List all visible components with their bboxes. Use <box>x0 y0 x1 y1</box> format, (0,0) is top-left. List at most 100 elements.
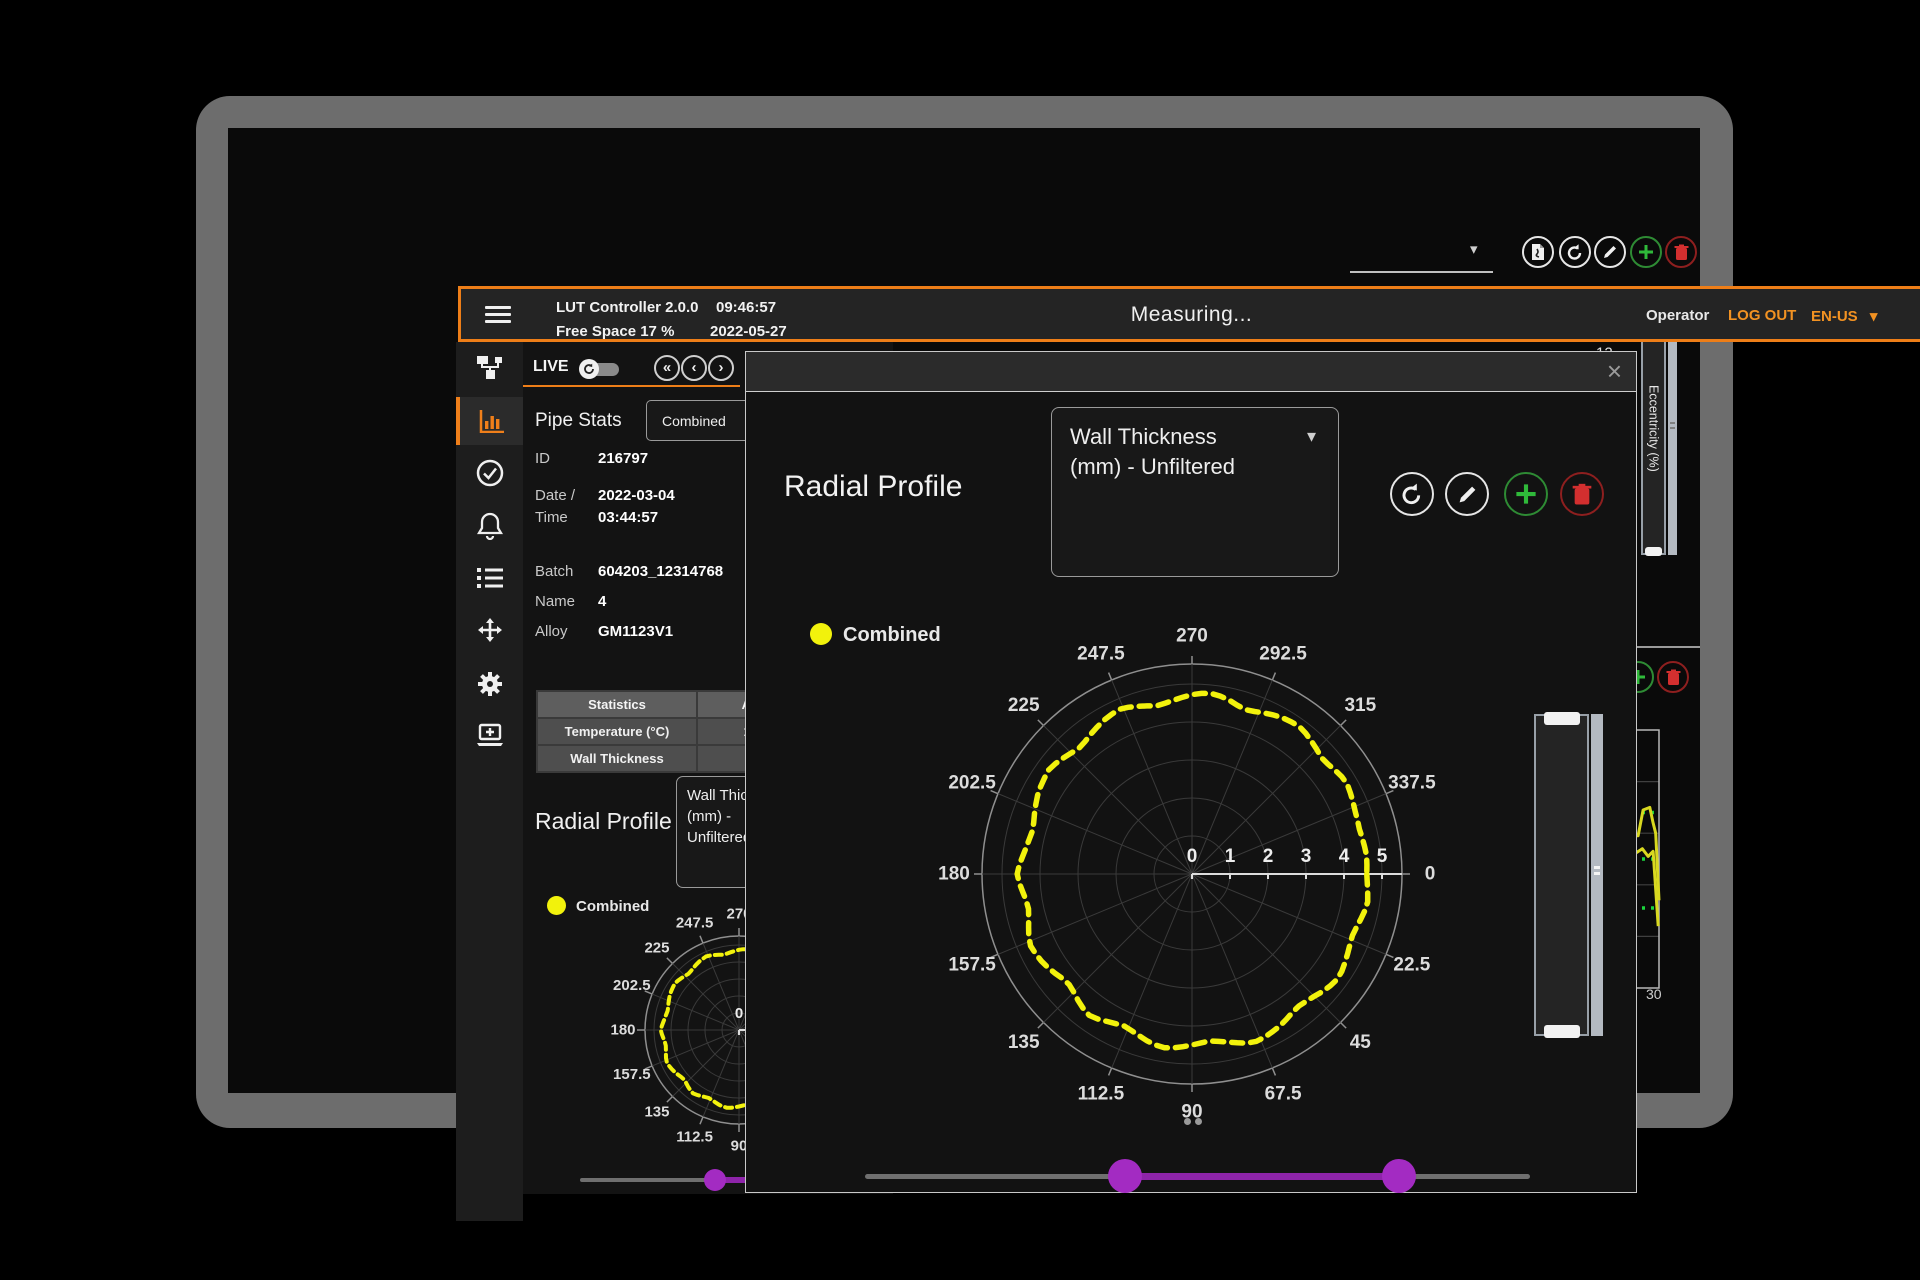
chevron-down-icon: ▾ <box>1307 426 1316 447</box>
svg-text:180: 180 <box>938 864 970 885</box>
mini-slider-handle[interactable] <box>704 1169 726 1191</box>
svg-text:315: 315 <box>1344 695 1376 716</box>
trash-icon <box>1666 669 1681 686</box>
svg-text:45: 45 <box>1350 1032 1372 1053</box>
field-label: Date / Time <box>535 485 575 529</box>
svg-text:292.5: 292.5 <box>1259 644 1307 665</box>
bell-icon <box>477 512 503 540</box>
svg-text:67.5: 67.5 <box>1265 1083 1302 1104</box>
svg-text:2: 2 <box>1263 846 1274 867</box>
table-header: Statistics <box>537 691 697 718</box>
field-value: 604203_12314768 <box>598 563 723 580</box>
sidebar-item-quality-check[interactable] <box>456 449 523 497</box>
svg-text:247.5: 247.5 <box>676 914 714 931</box>
radial-profile-title: Radial Profile <box>535 808 672 835</box>
nav-sidebar <box>456 342 523 1221</box>
trash-icon <box>1674 244 1689 261</box>
legend-dot <box>810 623 832 645</box>
live-label: LIVE <box>533 358 569 376</box>
svg-text:3: 3 <box>1301 846 1312 867</box>
add-button[interactable] <box>1630 236 1662 268</box>
angle-slider-range[interactable] <box>1125 1173 1399 1180</box>
pipe-cap-bottom <box>1544 1025 1580 1038</box>
drag-handle[interactable] <box>1184 1118 1206 1126</box>
report-button[interactable] <box>1522 236 1554 268</box>
svg-text:112.5: 112.5 <box>676 1129 713 1146</box>
close-icon[interactable]: × <box>1607 356 1622 387</box>
view-selector-value: Combined <box>662 413 726 429</box>
workflow-icon <box>476 355 504 381</box>
svg-text:270: 270 <box>1176 626 1208 647</box>
plus-icon <box>1515 483 1537 505</box>
table-cell: Wall Thickness <box>537 745 697 772</box>
field-label: Alloy <box>535 623 568 640</box>
reset-button[interactable] <box>1390 472 1434 516</box>
field-value: GM1123V1 <box>598 623 673 640</box>
svg-text:4: 4 <box>1339 846 1350 867</box>
svg-text:180: 180 <box>610 1022 635 1039</box>
chevron-down-icon[interactable]: ▾ <box>1470 240 1478 258</box>
sidebar-item-workflow[interactable] <box>456 344 523 392</box>
bar-chart-icon <box>479 409 505 433</box>
plus-icon <box>1638 244 1654 260</box>
prev-button[interactable]: ‹ <box>681 355 707 381</box>
sidebar-item-event-list[interactable] <box>456 554 523 602</box>
modal-pipe <box>1534 714 1589 1036</box>
field-value: 216797 <box>598 450 648 467</box>
radial-profile-chart: 022.54567.590112.5135157.5180202.5225247… <box>869 589 1519 1169</box>
svg-text:112.5: 112.5 <box>1078 1083 1125 1104</box>
modal-header[interactable]: × <box>746 352 1636 392</box>
edit-button[interactable] <box>1445 472 1489 516</box>
field-label: ID <box>535 450 550 467</box>
svg-text:0: 0 <box>735 1005 743 1022</box>
svg-text:1: 1 <box>1225 846 1236 867</box>
svg-text:157.5: 157.5 <box>613 1066 651 1083</box>
x-end-label: 30 <box>1646 986 1662 1002</box>
metric-underline <box>1350 271 1493 273</box>
svg-text:135: 135 <box>1008 1032 1040 1053</box>
sidebar-item-pipe-charts[interactable] <box>456 397 523 445</box>
svg-text:225: 225 <box>644 939 669 956</box>
modal-metric-selector[interactable]: Wall Thickness (mm) - Unfiltered ▾ <box>1051 407 1339 577</box>
field-label: Name <box>535 593 575 610</box>
sidebar-item-notifications[interactable] <box>456 502 523 550</box>
logout-button[interactable]: LOG OUT <box>1728 307 1796 324</box>
app-window: 3691215 ▾ 03:49 Eccentricity (%) - Unfil… <box>228 128 1700 1093</box>
delete-button[interactable] <box>1560 472 1604 516</box>
modal-title: Radial Profile <box>784 470 962 504</box>
svg-text:202.5: 202.5 <box>948 772 996 793</box>
next-button[interactable]: › <box>708 355 734 381</box>
user-role: Operator <box>1646 307 1709 324</box>
move-icon <box>475 615 505 645</box>
language-selector[interactable]: EN-US ▾ <box>1811 307 1877 325</box>
list-icon <box>476 566 504 590</box>
delete-button[interactable] <box>1657 661 1689 693</box>
delete-button[interactable] <box>1665 236 1697 268</box>
gear-icon <box>476 670 504 698</box>
add-button[interactable] <box>1504 472 1548 516</box>
refresh-icon <box>583 363 595 375</box>
angle-slider-handle-start[interactable] <box>1108 1159 1142 1193</box>
pencil-icon <box>1602 244 1618 260</box>
live-toggle[interactable] <box>579 359 621 379</box>
chevron-down-icon: ▾ <box>1870 308 1878 325</box>
svg-text:337.5: 337.5 <box>1388 772 1436 793</box>
svg-text:202.5: 202.5 <box>613 977 651 994</box>
svg-text:5: 5 <box>1377 846 1388 867</box>
sidebar-item-settings[interactable] <box>456 660 523 708</box>
sidebar-item-register-device[interactable] <box>456 712 523 760</box>
pipe-stats-title: Pipe Stats <box>535 410 622 432</box>
angle-slider-handle-end[interactable] <box>1382 1159 1416 1193</box>
sidebar-item-move[interactable] <box>456 606 523 654</box>
modal-pipe-scrollbar[interactable] <box>1591 714 1603 1036</box>
language-label: EN-US <box>1811 308 1858 325</box>
reset-button[interactable] <box>1559 236 1591 268</box>
header-bar: LUT Controller 2.0.0 Free Space 17 % 09:… <box>458 286 1920 342</box>
first-button[interactable]: « <box>654 355 680 381</box>
screen: 3691215 ▾ 03:49 Eccentricity (%) - Unfil… <box>0 0 1920 1280</box>
edit-button[interactable] <box>1594 236 1626 268</box>
trash-icon <box>1572 483 1592 506</box>
svg-text:0: 0 <box>1425 864 1436 885</box>
modal-metric-value: Wall Thickness (mm) - Unfiltered <box>1070 422 1250 482</box>
file-icon <box>1530 243 1546 261</box>
